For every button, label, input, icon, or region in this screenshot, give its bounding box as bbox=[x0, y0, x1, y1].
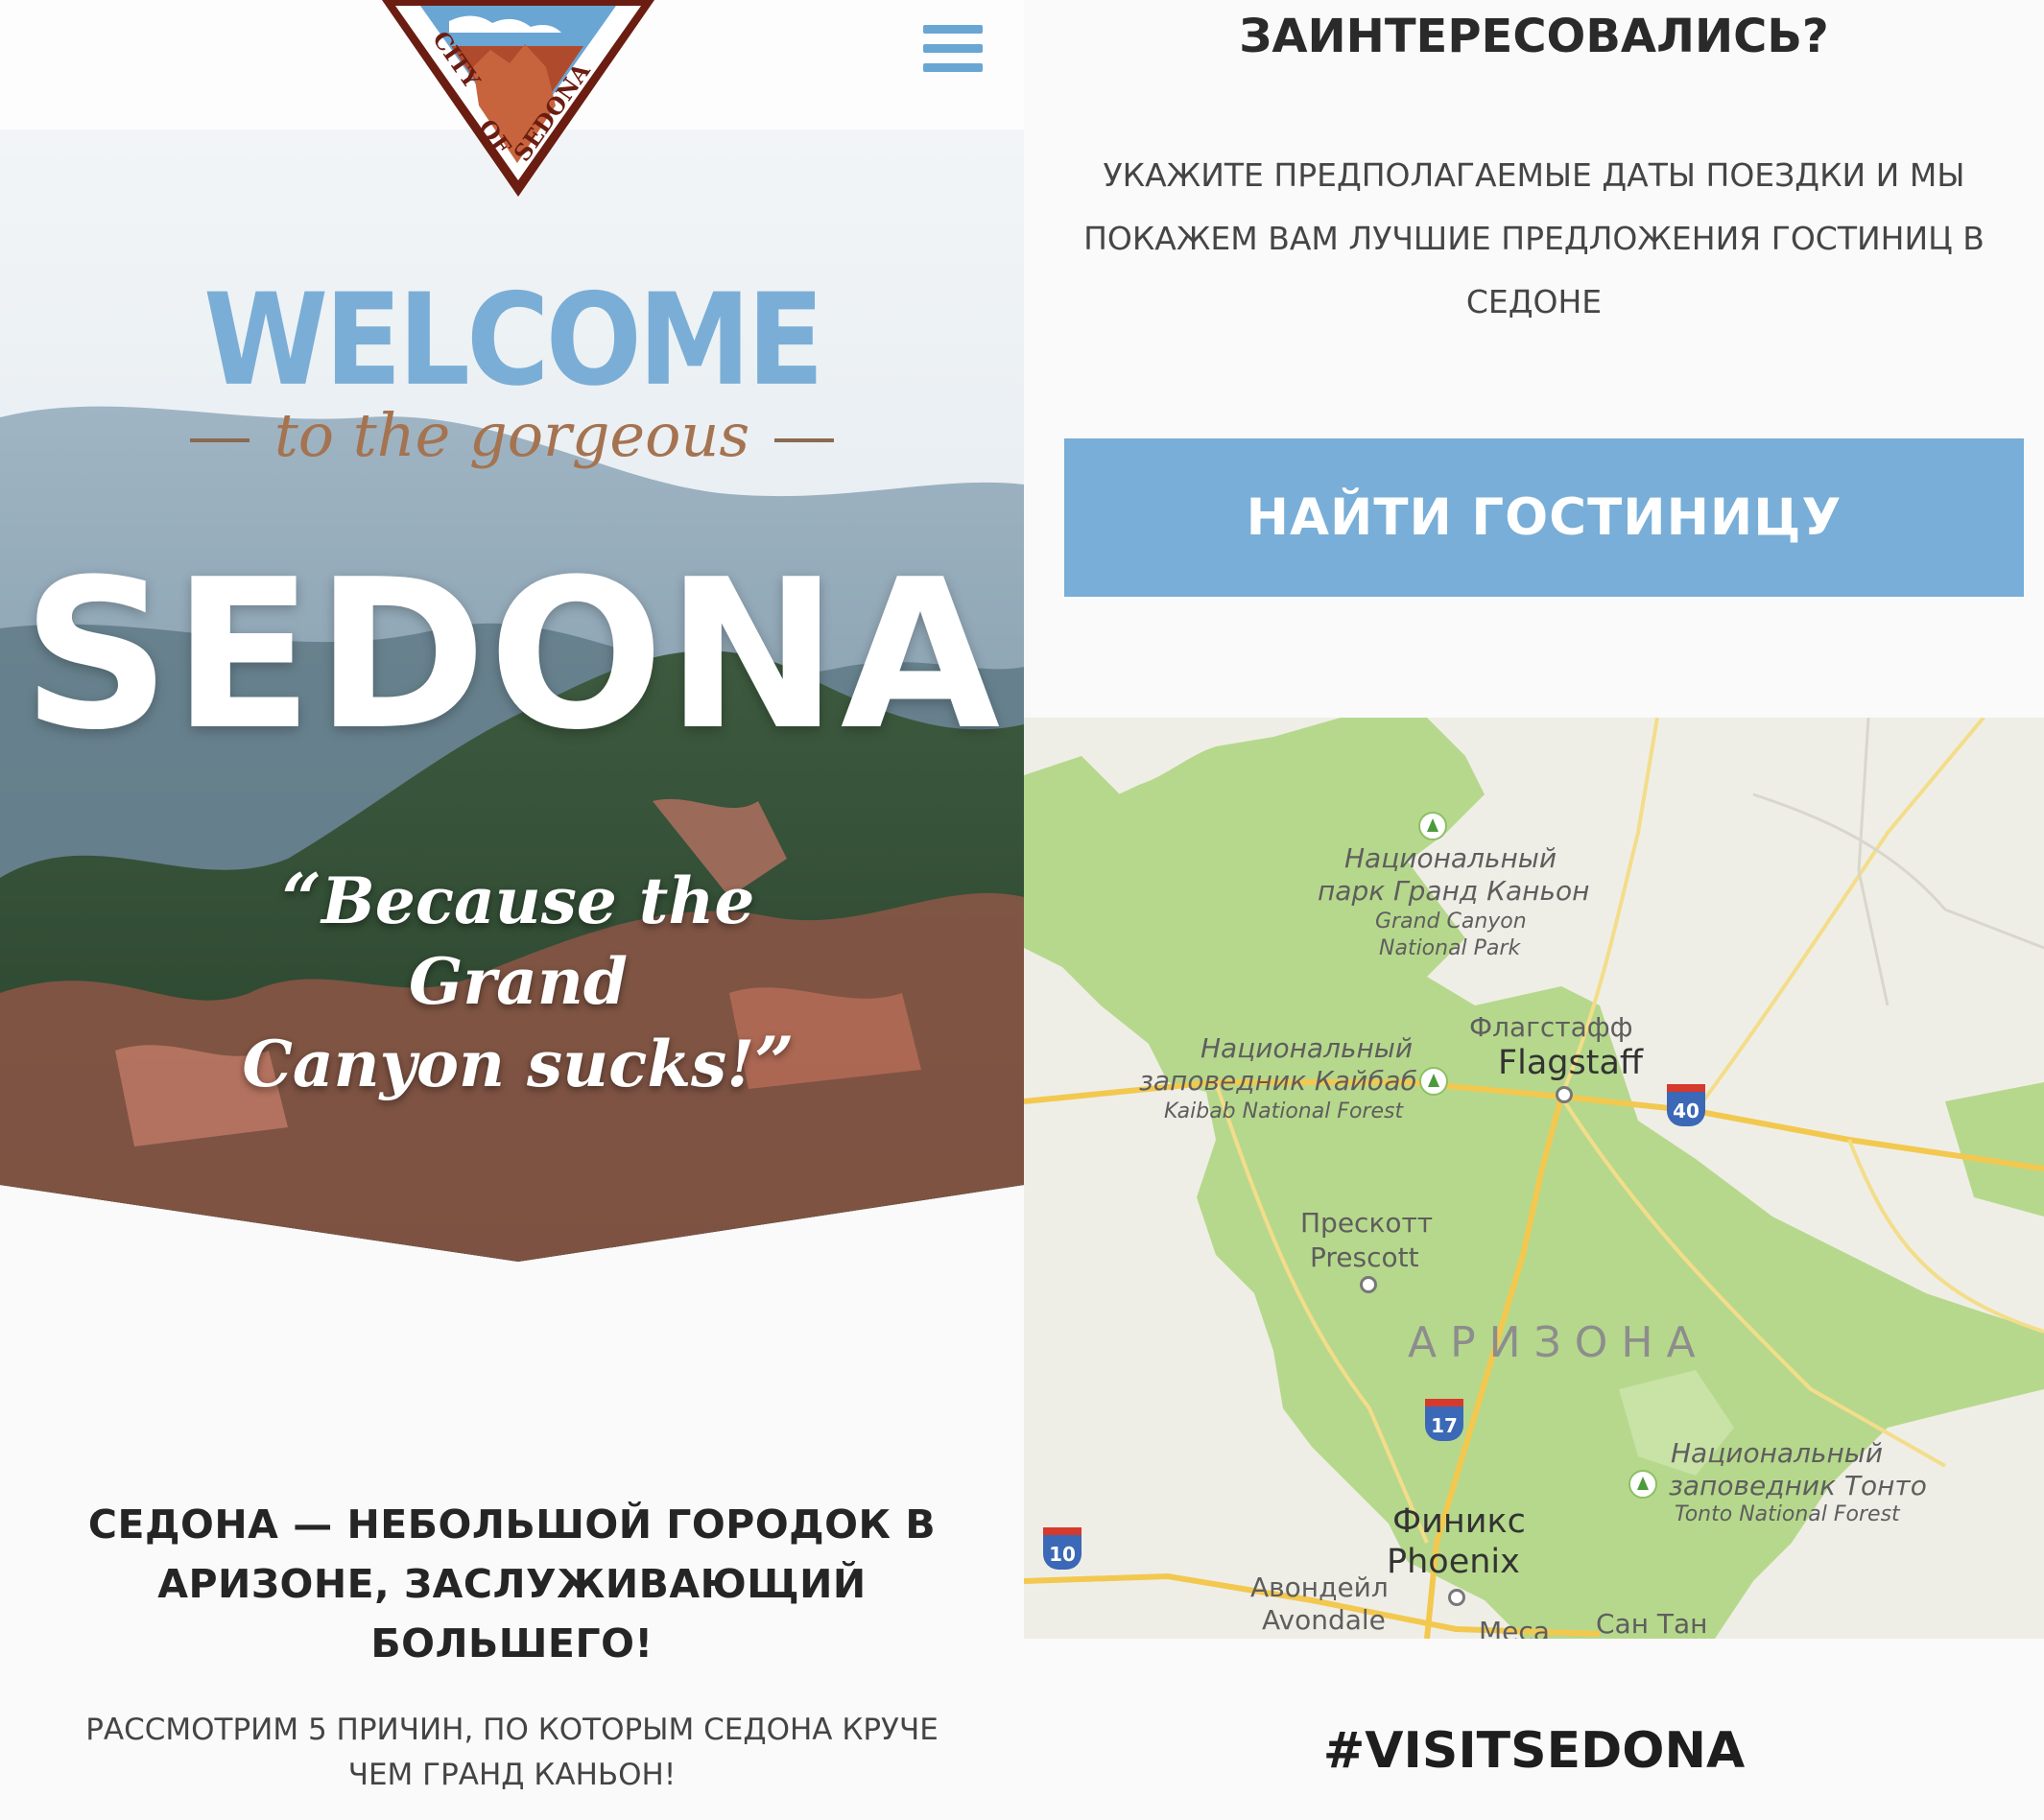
interstate-10-shield: 10 bbox=[1043, 1527, 1081, 1570]
map-label-phoenix-en: Phoenix bbox=[1387, 1543, 1520, 1581]
map-label-flagstaff-en: Flagstaff bbox=[1498, 1044, 1644, 1082]
intro-subline: РАССМОТРИМ 5 ПРИЧИН, ПО КОТОРЫМ СЕДОНА К… bbox=[85, 1713, 939, 1792]
map-label-grand-canyon-en2: National Park bbox=[1379, 936, 1521, 960]
flagstaff-dot bbox=[1556, 1086, 1573, 1103]
map-label-avondale-ru: Авондейл bbox=[1250, 1572, 1389, 1603]
intro-headline: СЕДОНА — НЕБОЛЬШОЙ ГОРОДОК В АРИЗОНЕ, ЗА… bbox=[87, 1501, 937, 1666]
map-label-kaibab-en: Kaibab National Forest bbox=[1164, 1099, 1404, 1123]
map-label-mesa-ru: Меса bbox=[1479, 1616, 1550, 1639]
map-label-prescott-en: Prescott bbox=[1310, 1241, 1419, 1273]
phoenix-dot bbox=[1448, 1589, 1465, 1606]
hero-subtitle: to the gorgeous bbox=[0, 400, 1024, 470]
arizona-map[interactable]: Национальный парк Гранд Каньон Grand Can… bbox=[1024, 718, 2044, 1639]
interest-heading: ЗАИНТЕРЕСОВАЛИСЬ? bbox=[1239, 10, 1829, 63]
park-icon bbox=[1628, 1470, 1657, 1499]
hamburger-menu-icon[interactable] bbox=[923, 21, 983, 77]
park-icon bbox=[1418, 812, 1447, 840]
map-label-flagstaff-ru: Флагстафф bbox=[1469, 1011, 1633, 1043]
find-hotel-button[interactable]: НАЙТИ ГОСТИНИЦУ bbox=[1064, 438, 2024, 597]
welcome-heading: WELCOME bbox=[203, 265, 824, 414]
map-label-grand-canyon-ru2: парк Гранд Каньон bbox=[1318, 875, 1590, 907]
map-label-avondale-en: Avondale bbox=[1262, 1604, 1386, 1636]
map-label-santan-ru: Сан Тан bbox=[1596, 1608, 1708, 1639]
map-label-grand-canyon-ru1: Национальный bbox=[1344, 842, 1557, 874]
map-label-state: АРИЗОНА bbox=[1408, 1318, 1709, 1367]
map-label-grand-canyon-en1: Grand Canyon bbox=[1375, 910, 1527, 934]
prescott-dot bbox=[1360, 1276, 1377, 1293]
interstate-17-shield: 17 bbox=[1425, 1399, 1463, 1441]
map-label-kaibab-ru1: Национальный bbox=[1200, 1032, 1414, 1064]
left-screen: CITY OF SEDONA WELCOME to the gorgeous S… bbox=[0, 0, 1024, 1820]
hero-quote: “Because the Grand Canyon sucks!” bbox=[242, 858, 795, 1102]
map-label-kaibab-ru2: заповедник Кайбаб bbox=[1139, 1065, 1417, 1097]
visit-sedona-hashtag: #VISITSEDONA bbox=[1322, 1722, 1746, 1780]
map-label-tonto-en: Tonto National Forest bbox=[1675, 1502, 1900, 1526]
map-label-tonto-ru1: Национальный bbox=[1671, 1437, 1884, 1469]
park-icon bbox=[1419, 1067, 1448, 1096]
map-label-phoenix-ru: Финикс bbox=[1392, 1502, 1526, 1541]
interstate-40-shield: 40 bbox=[1667, 1084, 1705, 1126]
map-label-prescott-ru: Прескотт bbox=[1300, 1207, 1434, 1239]
hero-title: SEDONA bbox=[21, 534, 1003, 775]
city-of-sedona-logo[interactable]: CITY OF SEDONA bbox=[382, 0, 654, 197]
right-screen: ЗАИНТЕРЕСОВАЛИСЬ? УКАЖИТЕ ПРЕДПОЛАГАЕМЫЕ… bbox=[1024, 0, 2044, 1820]
hero-banner: WELCOME to the gorgeous SEDONA “Because … bbox=[0, 130, 1024, 1262]
map-label-tonto-ru2: заповедник Тонто bbox=[1669, 1470, 1927, 1501]
hotel-description: УКАЖИТЕ ПРЕДПОЛАГАЕМЫЕ ДАТЫ ПОЕЗДКИ И МЫ… bbox=[1083, 156, 1985, 320]
